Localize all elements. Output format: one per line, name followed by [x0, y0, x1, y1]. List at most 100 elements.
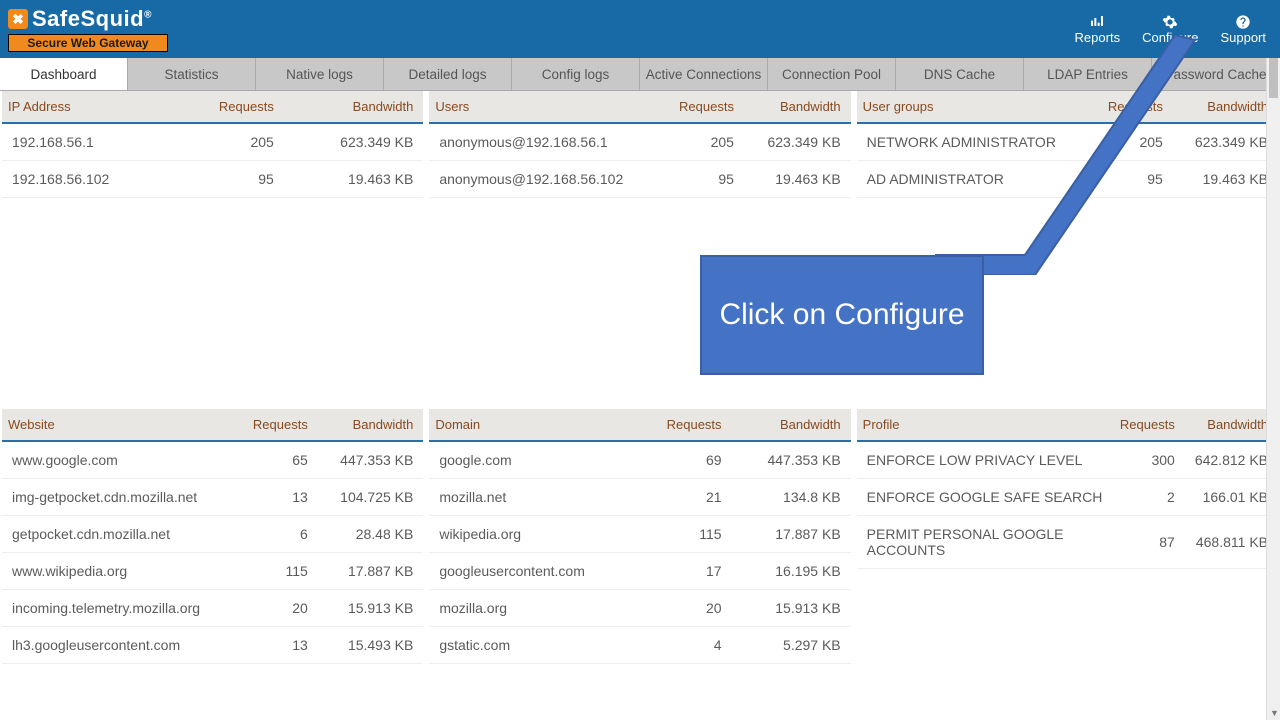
cell-bandwidth: 468.811 KB [1185, 515, 1278, 568]
cell-bandwidth: 28.48 KB [318, 515, 424, 552]
col-bandwidth[interactable]: Bandwidth [732, 409, 851, 441]
col-requests[interactable]: Requests [641, 409, 732, 441]
annotation-text: Click on Configure [719, 296, 964, 334]
cell-requests: 4 [641, 626, 732, 663]
support-icon [1234, 14, 1252, 30]
cell-key: google.com [429, 441, 641, 479]
configure-icon [1161, 14, 1179, 30]
brand-tagline: Secure Web Gateway [8, 34, 168, 52]
table-row[interactable]: img-getpocket.cdn.mozilla.net13104.725 K… [2, 478, 423, 515]
table-row[interactable]: mozilla.net21134.8 KB [429, 478, 850, 515]
col-bandwidth[interactable]: Bandwidth [284, 91, 424, 123]
tab-dashboard[interactable]: Dashboard [0, 58, 128, 90]
brand-logo-icon: ✖ [8, 9, 28, 29]
cell-bandwidth: 166.01 KB [1185, 478, 1278, 515]
cell-key: www.google.com [2, 441, 238, 479]
cell-bandwidth: 16.195 KB [732, 552, 851, 589]
cell-requests: 2 [1114, 478, 1185, 515]
cell-key: googleusercontent.com [429, 552, 641, 589]
tab-statistics[interactable]: Statistics [128, 58, 256, 90]
cell-bandwidth: 5.297 KB [732, 626, 851, 663]
col-requests[interactable]: Requests [1114, 409, 1185, 441]
table-row[interactable]: 192.168.56.1 205 623.349 KB [2, 123, 423, 161]
cell-requests: 115 [641, 515, 732, 552]
col-bandwidth[interactable]: Bandwidth [318, 409, 424, 441]
table-row[interactable]: PERMIT PERSONAL GOOGLE ACCOUNTS87468.811… [857, 515, 1278, 568]
brand: ✖ SafeSquid® Secure Web Gateway [8, 6, 168, 52]
col-profile-title[interactable]: Profile [857, 409, 1114, 441]
cell-key: PERMIT PERSONAL GOOGLE ACCOUNTS [857, 515, 1114, 568]
col-requests[interactable]: Requests [238, 409, 318, 441]
table-row[interactable]: 192.168.56.102 95 19.463 KB [2, 161, 423, 198]
tab-label: Config logs [542, 67, 610, 82]
cell-bandwidth: 104.725 KB [318, 478, 424, 515]
cell-requests: 87 [1114, 515, 1185, 568]
annotation-callout: Click on Configure [700, 255, 984, 375]
cell-requests: 21 [641, 478, 732, 515]
col-requests[interactable]: Requests [178, 91, 284, 123]
cell-bandwidth: 19.463 KB [284, 161, 424, 198]
table-row[interactable]: wikipedia.org11517.887 KB [429, 515, 850, 552]
scrollbar-thumb[interactable] [1269, 58, 1278, 98]
cell-bandwidth: 134.8 KB [732, 478, 851, 515]
tab-label: Detailed logs [408, 67, 486, 82]
cell-bandwidth: 15.913 KB [318, 589, 424, 626]
table-row[interactable]: incoming.telemetry.mozilla.org2015.913 K… [2, 589, 423, 626]
col-bandwidth[interactable]: Bandwidth [1185, 409, 1278, 441]
table-row[interactable]: google.com69447.353 KB [429, 441, 850, 479]
cell-key: anonymous@192.168.56.1 [429, 123, 662, 161]
cell-key: getpocket.cdn.mozilla.net [2, 515, 238, 552]
tab-detailed-logs[interactable]: Detailed logs [384, 58, 512, 90]
col-website-title[interactable]: Website [2, 409, 238, 441]
tab-native-logs[interactable]: Native logs [256, 58, 384, 90]
cell-key: anonymous@192.168.56.102 [429, 161, 662, 198]
table-row[interactable]: lh3.googleusercontent.com1315.493 KB [2, 626, 423, 663]
cell-bandwidth: 447.353 KB [318, 441, 424, 479]
tab-label: Native logs [286, 67, 353, 82]
cell-key: img-getpocket.cdn.mozilla.net [2, 478, 238, 515]
table-row[interactable]: www.wikipedia.org11517.887 KB [2, 552, 423, 589]
table-row[interactable]: ENFORCE GOOGLE SAFE SEARCH2166.01 KB [857, 478, 1278, 515]
panel-ip-address: IP Address Requests Bandwidth 192.168.56… [2, 91, 423, 403]
cell-requests: 13 [238, 626, 318, 663]
table-row[interactable]: gstatic.com45.297 KB [429, 626, 850, 663]
cell-key: wikipedia.org [429, 515, 641, 552]
window-scrollbar[interactable]: ▲ ▼ [1266, 58, 1280, 720]
table-row[interactable]: www.google.com65447.353 KB [2, 441, 423, 479]
tab-label: Connection Pool [782, 67, 881, 82]
table-row[interactable]: mozilla.org2015.913 KB [429, 589, 850, 626]
table-row[interactable]: anonymous@192.168.56.102 95 19.463 KB [429, 161, 850, 198]
cell-requests: 95 [663, 161, 744, 198]
col-requests[interactable]: Requests [663, 91, 744, 123]
cell-bandwidth: 19.463 KB [744, 161, 851, 198]
cell-requests: 20 [641, 589, 732, 626]
tab-active-connections[interactable]: Active Connections [640, 58, 768, 90]
cell-key: gstatic.com [429, 626, 641, 663]
col-ip-title[interactable]: IP Address [2, 91, 178, 123]
tab-config-logs[interactable]: Config logs [512, 58, 640, 90]
table-row[interactable]: getpocket.cdn.mozilla.net628.48 KB [2, 515, 423, 552]
cell-bandwidth: 17.887 KB [732, 515, 851, 552]
cell-requests: 300 [1114, 441, 1185, 479]
cell-key: mozilla.org [429, 589, 641, 626]
cell-key: incoming.telemetry.mozilla.org [2, 589, 238, 626]
reports-icon [1088, 14, 1106, 30]
tab-label: Active Connections [646, 67, 762, 82]
table-row[interactable]: anonymous@192.168.56.1 205 623.349 KB [429, 123, 850, 161]
col-bandwidth[interactable]: Bandwidth [744, 91, 851, 123]
cell-key: 192.168.56.1 [2, 123, 178, 161]
col-users-title[interactable]: Users [429, 91, 662, 123]
cell-requests: 13 [238, 478, 318, 515]
tab-label: Statistics [164, 67, 218, 82]
cell-key: mozilla.net [429, 478, 641, 515]
table-row[interactable]: googleusercontent.com1716.195 KB [429, 552, 850, 589]
cell-key: www.wikipedia.org [2, 552, 238, 589]
cell-bandwidth: 15.913 KB [732, 589, 851, 626]
cell-bandwidth: 623.349 KB [284, 123, 424, 161]
col-domain-title[interactable]: Domain [429, 409, 641, 441]
tab-connection-pool[interactable]: Connection Pool [768, 58, 896, 90]
cell-requests: 65 [238, 441, 318, 479]
nav-support[interactable]: Support [1220, 14, 1266, 45]
cell-key: 192.168.56.102 [2, 161, 178, 198]
table-row[interactable]: ENFORCE LOW PRIVACY LEVEL300642.812 KB [857, 441, 1278, 479]
